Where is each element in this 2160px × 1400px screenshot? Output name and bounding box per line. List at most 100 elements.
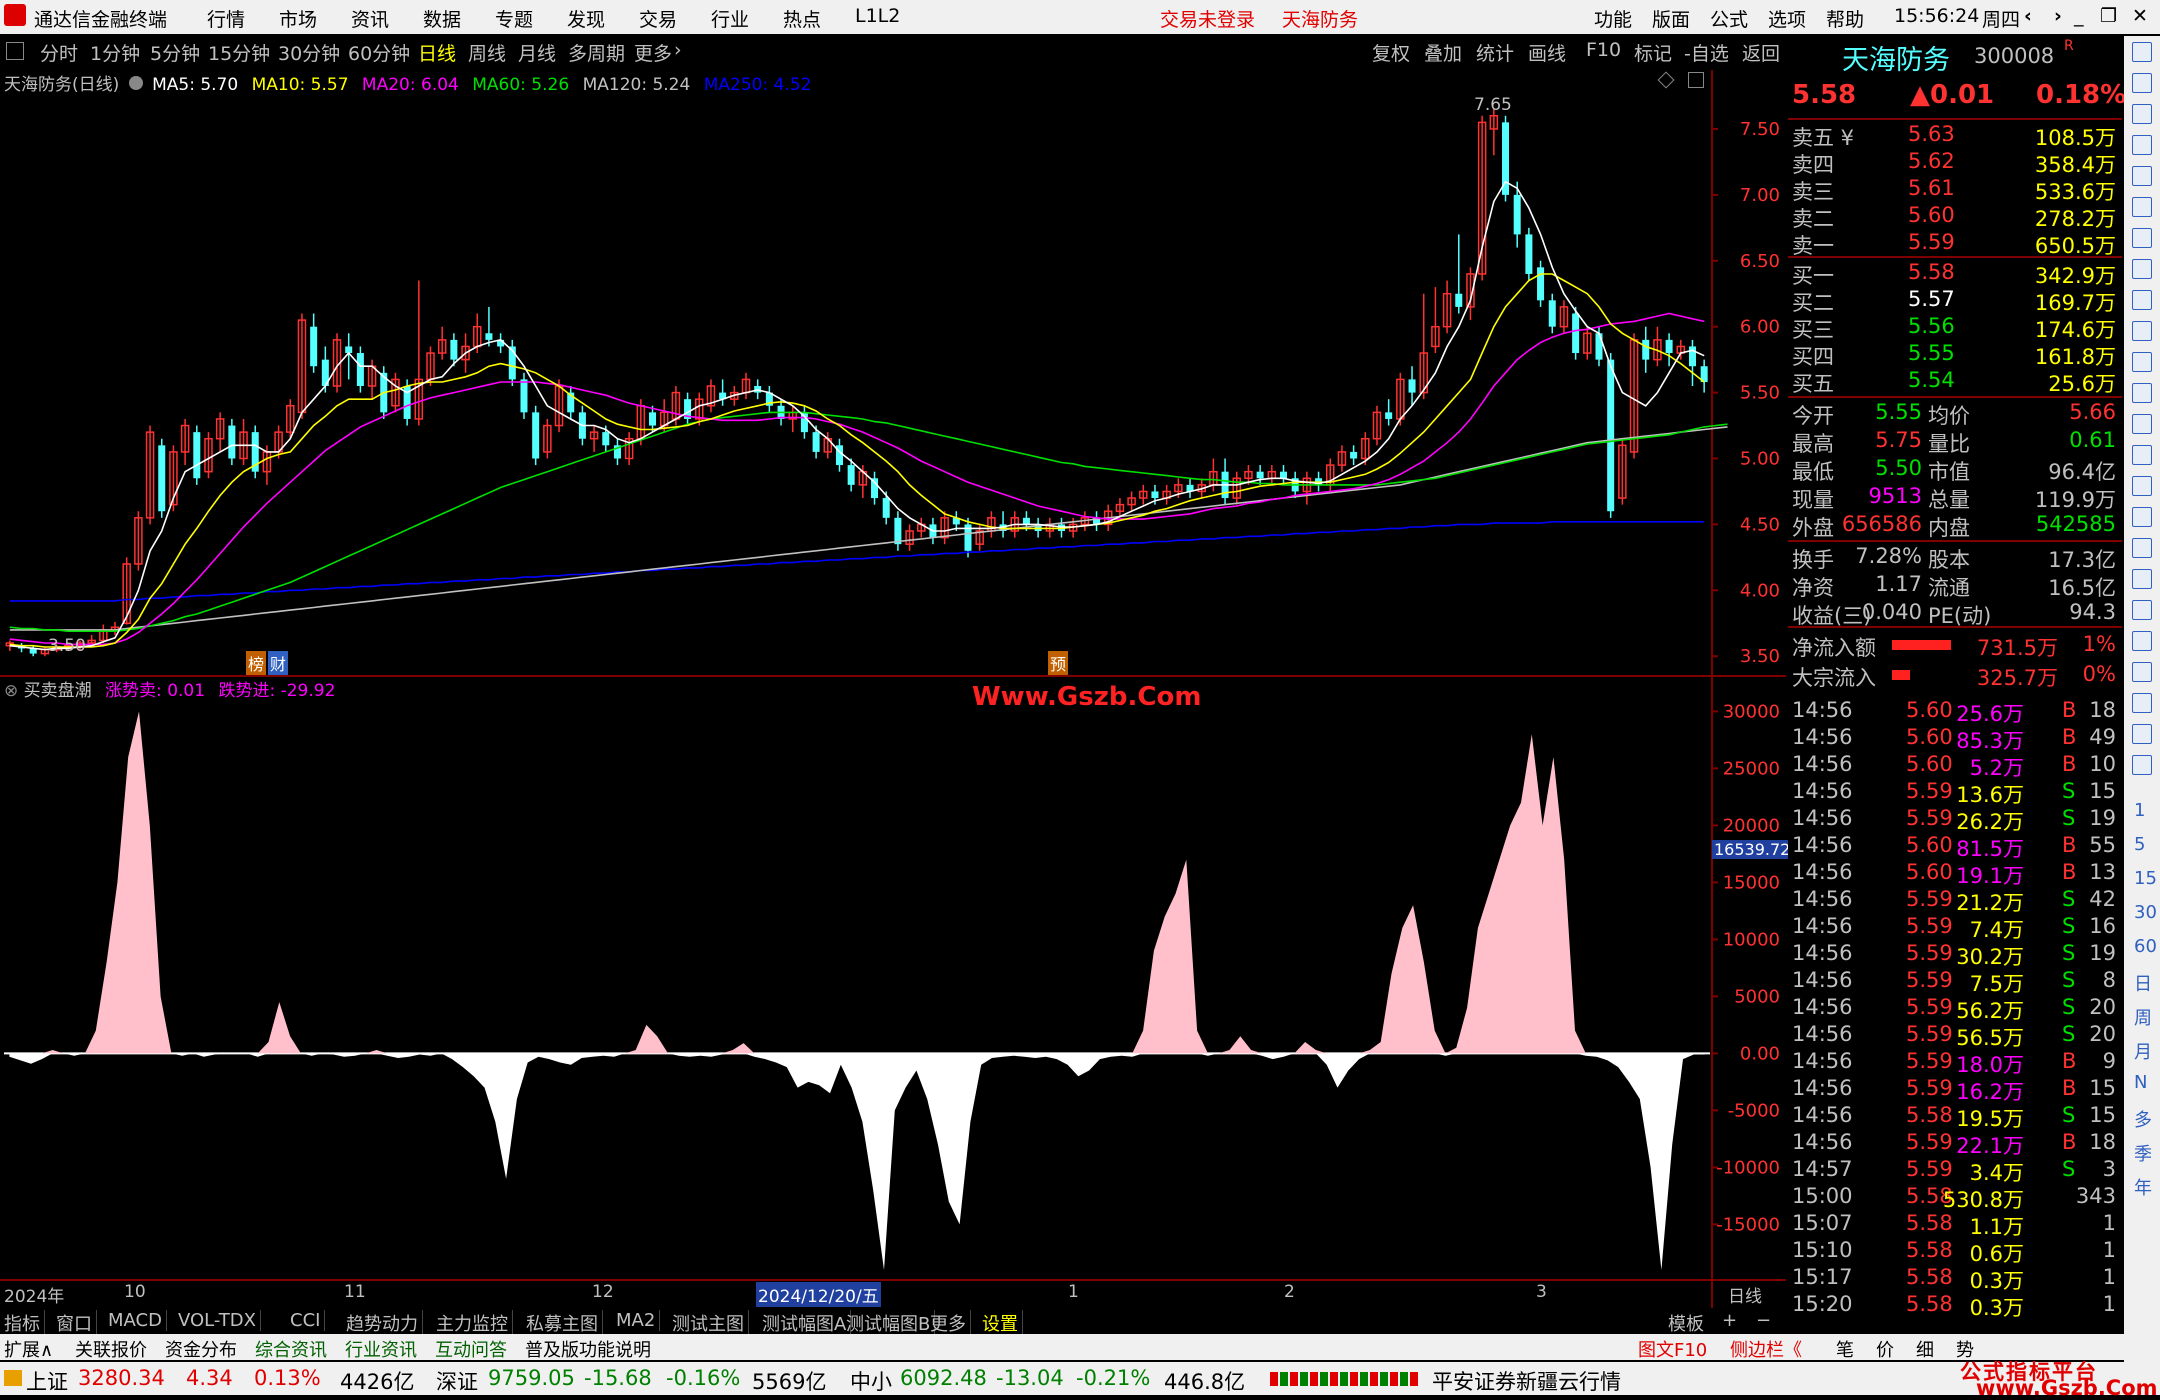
indicator-tab[interactable]: MACD bbox=[108, 1310, 167, 1331]
tool-zixuan[interactable]: -自选 bbox=[1684, 39, 1729, 66]
flow-row[interactable]: 净流入额 731.5万 1% bbox=[1788, 632, 2122, 662]
ask-row[interactable]: 卖二 5.60 278.2万 bbox=[1788, 203, 2122, 231]
extension-tab[interactable]: 综合资讯 bbox=[255, 1336, 327, 1362]
indicator-tab[interactable]: CCI bbox=[290, 1310, 326, 1331]
tool-icon[interactable] bbox=[2132, 383, 2152, 403]
minimize-icon[interactable]: _ bbox=[2074, 5, 2084, 27]
tool-icon[interactable] bbox=[2132, 73, 2152, 93]
period-shortcut[interactable]: 5 bbox=[2134, 834, 2145, 855]
indicator-tab[interactable]: 私募主图 bbox=[526, 1310, 603, 1336]
tool-icon[interactable] bbox=[2132, 104, 2152, 124]
tool-huaxian[interactable]: 画线 bbox=[1528, 39, 1566, 66]
period-shortcut[interactable]: N bbox=[2134, 1072, 2147, 1093]
tool-icon[interactable] bbox=[2132, 569, 2152, 589]
menu-shuju[interactable]: 数据 bbox=[423, 5, 461, 32]
tool-fuquan[interactable]: 复权 bbox=[1372, 39, 1410, 66]
forward-icon[interactable]: › bbox=[2054, 5, 2062, 27]
close-indicator-icon[interactable]: ⊗ bbox=[4, 681, 18, 701]
menu-zhuanti[interactable]: 专题 bbox=[495, 5, 533, 32]
tool-icon[interactable] bbox=[2132, 445, 2152, 465]
indicator-tab[interactable]: 指标 bbox=[4, 1310, 45, 1336]
tool-f10[interactable]: F10 bbox=[1586, 39, 1621, 61]
bid-row[interactable]: 买四 5.55 161.8万 bbox=[1788, 341, 2122, 369]
tool-icon[interactable] bbox=[2132, 693, 2152, 713]
side-tab-xi[interactable]: 细 bbox=[1916, 1336, 1934, 1362]
template-button[interactable]: 模板 bbox=[1668, 1310, 1704, 1336]
back-icon[interactable]: ‹ bbox=[2024, 5, 2032, 27]
tool-icon[interactable] bbox=[2132, 476, 2152, 496]
period-shortcut[interactable]: 月 bbox=[2134, 1038, 2152, 1064]
marker-cai[interactable]: 财 bbox=[268, 651, 289, 675]
menu-zixun[interactable]: 资讯 bbox=[351, 5, 389, 32]
menu-jiaoyi[interactable]: 交易 bbox=[639, 5, 677, 32]
tool-biaoji[interactable]: 标记 bbox=[1634, 39, 1672, 66]
tool-icon[interactable] bbox=[2132, 290, 2152, 310]
period-multi[interactable]: 多周期 bbox=[568, 39, 625, 66]
indicator-tab[interactable]: 趋势动力 bbox=[346, 1310, 423, 1336]
period-fenshi[interactable]: 分时 bbox=[40, 39, 78, 66]
period-daily[interactable]: 日线 bbox=[418, 39, 456, 66]
close-icon[interactable]: ✕ bbox=[2132, 5, 2148, 27]
chevron-right-icon[interactable]: › bbox=[674, 39, 682, 61]
menu-banmian[interactable]: 版面 bbox=[1652, 5, 1690, 32]
toggle-sidebar-icon[interactable] bbox=[6, 42, 24, 60]
menu-xuanxiang[interactable]: 选项 bbox=[1768, 5, 1806, 32]
tool-icon[interactable] bbox=[2132, 42, 2152, 62]
tool-icon[interactable] bbox=[2132, 414, 2152, 434]
tool-icon[interactable] bbox=[2132, 507, 2152, 527]
extension-tab[interactable]: 普及版功能说明 bbox=[525, 1336, 651, 1362]
tool-tongji[interactable]: 统计 bbox=[1476, 39, 1514, 66]
period-shortcut[interactable]: 1 bbox=[2134, 800, 2145, 821]
extension-tab[interactable]: 行业资讯 bbox=[345, 1336, 417, 1362]
period-shortcut[interactable]: 30 bbox=[2134, 902, 2157, 923]
indicator-tab[interactable]: 窗口 bbox=[56, 1310, 97, 1336]
period-30min[interactable]: 30分钟 bbox=[278, 39, 340, 66]
menu-l1l2[interactable]: L1L2 bbox=[855, 5, 900, 27]
tool-icon[interactable] bbox=[2132, 166, 2152, 186]
extension-tab[interactable]: 扩展∧ bbox=[4, 1336, 53, 1362]
period-shortcut[interactable]: 日 bbox=[2134, 970, 2152, 996]
extension-tab[interactable]: 关联报价 bbox=[75, 1336, 147, 1362]
ask-row[interactable]: 卖五 ¥ 5.63 108.5万 bbox=[1788, 122, 2122, 150]
f10-tab[interactable]: 图文F10 bbox=[1638, 1336, 1707, 1362]
tool-icon[interactable] bbox=[2132, 724, 2152, 744]
period-60min[interactable]: 60分钟 bbox=[348, 39, 410, 66]
marker-yu[interactable]: 预 bbox=[1048, 651, 1069, 675]
restore-icon[interactable]: ❐ bbox=[2100, 5, 2117, 27]
indicator-tab[interactable]: 测试幅图B bbox=[846, 1310, 936, 1336]
ask-row[interactable]: 卖三 5.61 533.6万 bbox=[1788, 176, 2122, 204]
ask-row[interactable]: 卖一 5.59 650.5万 bbox=[1788, 230, 2122, 258]
bid-row[interactable]: 买二 5.57 169.7万 bbox=[1788, 287, 2122, 315]
menu-gongneng[interactable]: 功能 bbox=[1594, 5, 1632, 32]
period-shortcut[interactable]: 季 bbox=[2134, 1140, 2152, 1166]
indicator-tab[interactable]: MA2 bbox=[616, 1310, 661, 1331]
period-monthly[interactable]: 月线 bbox=[518, 39, 556, 66]
menu-shichang[interactable]: 市场 bbox=[279, 5, 317, 32]
period-shortcut[interactable]: 周 bbox=[2134, 1004, 2152, 1030]
period-shortcut[interactable]: 60 bbox=[2134, 936, 2157, 957]
tool-icon[interactable] bbox=[2132, 631, 2152, 651]
zx-name[interactable]: 中小 bbox=[850, 1366, 892, 1396]
indicator-tab[interactable]: VOL-TDX bbox=[178, 1310, 261, 1331]
extension-tab[interactable]: 资金分布 bbox=[165, 1336, 237, 1362]
menu-redian[interactable]: 热点 bbox=[783, 5, 821, 32]
menu-faxian[interactable]: 发现 bbox=[567, 5, 605, 32]
tool-icon[interactable] bbox=[2132, 352, 2152, 372]
tool-icon[interactable] bbox=[2132, 259, 2152, 279]
menu-gongshi[interactable]: 公式 bbox=[1710, 5, 1748, 32]
side-tab-jia[interactable]: 价 bbox=[1876, 1336, 1894, 1362]
menu-hangqing[interactable]: 行情 bbox=[207, 5, 245, 32]
flow-row[interactable]: 大宗流入 325.7万 0% bbox=[1788, 662, 2122, 692]
tool-icon[interactable] bbox=[2132, 538, 2152, 558]
period-5min[interactable]: 5分钟 bbox=[150, 39, 200, 66]
sh-name[interactable]: 上证 bbox=[26, 1366, 68, 1396]
settings-icon[interactable] bbox=[128, 76, 143, 90]
indicator-tab[interactable]: 更多 bbox=[930, 1310, 971, 1336]
tool-icon[interactable] bbox=[2132, 197, 2152, 217]
add-pane-button[interactable]: + bbox=[1722, 1310, 1737, 1331]
login-status[interactable]: 交易未登录 bbox=[1160, 5, 1255, 32]
bid-row[interactable]: 买一 5.58 342.9万 bbox=[1788, 260, 2122, 288]
extension-tab[interactable]: 互动问答 bbox=[435, 1336, 507, 1362]
tool-fanhui[interactable]: 返回 bbox=[1742, 39, 1780, 66]
ask-row[interactable]: 卖四 5.62 358.4万 bbox=[1788, 149, 2122, 177]
